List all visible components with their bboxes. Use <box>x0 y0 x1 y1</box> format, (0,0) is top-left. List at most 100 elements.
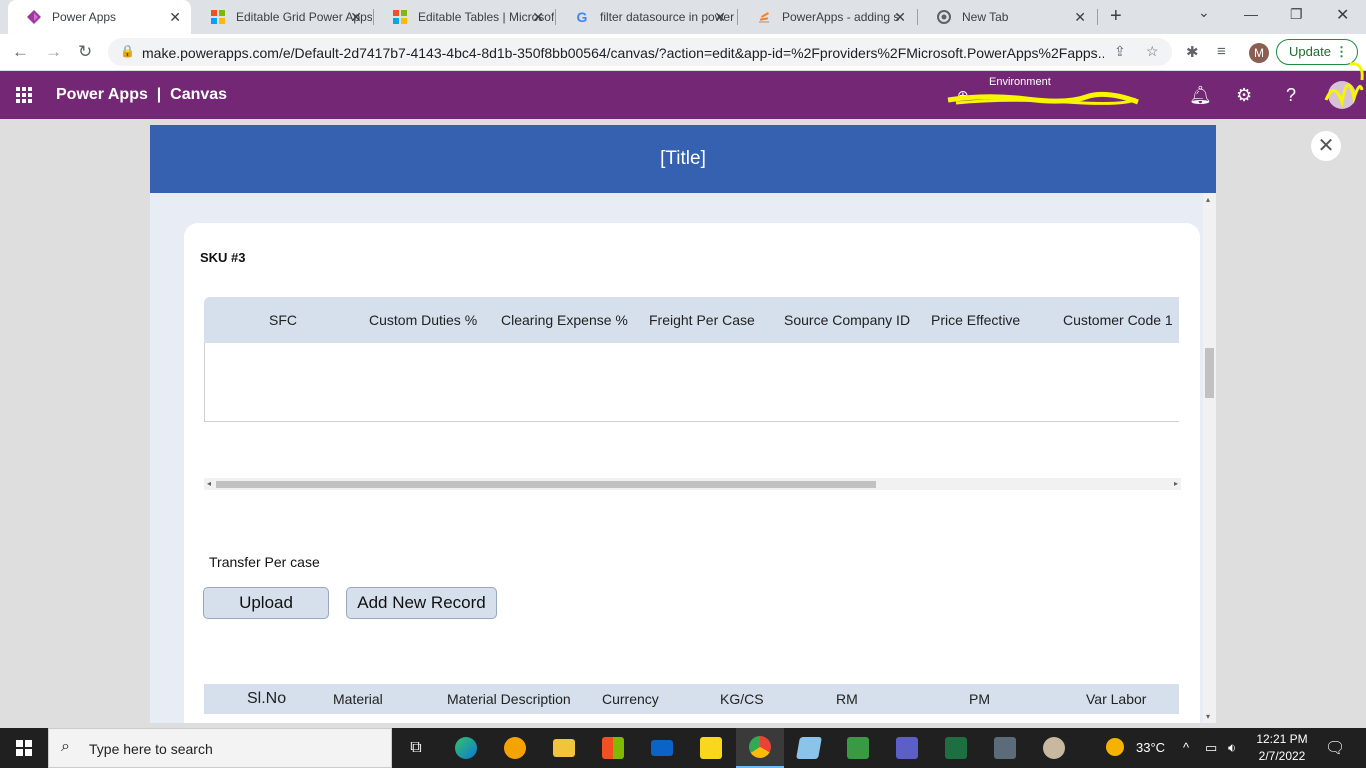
scrollbar-thumb[interactable] <box>216 481 876 488</box>
column-header[interactable]: KG/CS <box>720 684 764 714</box>
file-explorer-icon[interactable] <box>540 728 588 768</box>
bookmark-star-icon[interactable]: ☆ <box>1146 43 1159 60</box>
scroll-right-icon[interactable]: ▸ <box>1174 478 1178 490</box>
column-header[interactable]: Material Description <box>447 684 571 714</box>
volume-icon[interactable]: 🔉︎ <box>1228 740 1236 756</box>
battery-icon[interactable]: ▭ <box>1205 740 1217 756</box>
minimize-icon[interactable]: — <box>1244 6 1258 22</box>
chevron-down-icon[interactable]: ⌄ <box>1198 4 1210 21</box>
horizontal-scrollbar[interactable]: ◂ ▸ <box>204 478 1181 490</box>
media-control-icon[interactable]: ≡ <box>1217 43 1226 60</box>
lock-icon: 🔒 <box>120 44 135 58</box>
scrollbar-thumb[interactable] <box>1205 348 1214 398</box>
search-placeholder: Type here to search <box>89 741 213 757</box>
chrome-icon <box>936 9 952 25</box>
share-icon[interactable]: ⇪ <box>1114 43 1126 60</box>
store-icon[interactable] <box>589 728 637 768</box>
notifications-icon[interactable]: 🗨︎ <box>1325 738 1345 758</box>
column-header[interactable]: Material <box>333 684 383 714</box>
url-text: make.powerapps.com/e/Default-2d7417b7-41… <box>142 45 1104 61</box>
temperature[interactable]: 33°C <box>1136 740 1165 755</box>
scroll-up-icon[interactable]: ▴ <box>1206 195 1210 204</box>
edge-icon[interactable] <box>442 728 490 768</box>
close-icon[interactable]: ✕ <box>169 9 181 26</box>
chevron-up-icon[interactable]: ^ <box>1183 740 1189 755</box>
sku-label: SKU #3 <box>200 250 246 265</box>
account-avatar-icon[interactable] <box>1320 60 1366 118</box>
tab-new-tab[interactable]: New Tab ✕ <box>918 0 1096 34</box>
paint-icon[interactable] <box>1030 728 1078 768</box>
close-icon[interactable]: ✕ <box>532 9 544 26</box>
close-icon[interactable]: ✕ <box>1074 9 1086 26</box>
column-header[interactable]: Freight Per Case <box>649 297 755 343</box>
browser-toolbar: ← → ↻ 🔒 make.powerapps.com/e/Default-2d7… <box>0 34 1366 71</box>
extensions-icon[interactable]: ✱ <box>1186 43 1199 61</box>
scroll-left-icon[interactable]: ◂ <box>207 478 211 490</box>
column-header[interactable]: Price Effective <box>931 297 1020 343</box>
grid-body[interactable] <box>204 343 1179 422</box>
windows-start-icon[interactable] <box>16 740 32 756</box>
tab-powerapps-adding[interactable]: PowerApps - adding s ✕ <box>738 0 916 34</box>
stackoverflow-icon <box>756 9 772 25</box>
tab-filter-datasource[interactable]: G filter datasource in power ✕ <box>556 0 736 34</box>
column-header[interactable]: Source Company ID <box>784 297 910 343</box>
close-icon[interactable]: ✕ <box>1310 130 1342 162</box>
app-screen: [Title] SKU #3 SFC Custom Duties % Clear… <box>150 125 1216 723</box>
powerapps-header: Power Apps | Canvas ⊕ Environment <box>0 71 1366 119</box>
tab-divider <box>1097 9 1098 25</box>
grid-header: Sl.No Material Material Description Curr… <box>204 684 1179 714</box>
add-new-record-button[interactable]: Add New Record <box>346 587 497 619</box>
app-launcher-icon[interactable] <box>16 87 32 103</box>
column-header[interactable]: SFC <box>269 297 297 343</box>
help-icon[interactable]: ? <box>1286 85 1296 106</box>
forward-icon[interactable]: → <box>45 42 62 62</box>
taskbar-search-input[interactable]: ⌕ Type here to search <box>48 728 392 768</box>
column-header[interactable]: Var Labor <box>1086 684 1146 714</box>
notification-bell-icon[interactable]: 🔔︎ <box>1189 85 1212 106</box>
window-close-icon[interactable]: ✕ <box>1336 5 1349 25</box>
microsoft-icon <box>392 9 408 25</box>
vertical-scrollbar[interactable]: ▴ ▾ <box>1203 193 1216 723</box>
column-header[interactable]: PM <box>969 684 990 714</box>
page-title: [Title] <box>150 125 1216 193</box>
gear-icon[interactable]: ⚙ <box>1236 85 1252 106</box>
new-tab-icon[interactable]: + <box>1110 5 1122 28</box>
redaction-scribble <box>947 91 1139 105</box>
close-icon[interactable]: ✕ <box>894 9 906 26</box>
column-header[interactable]: Currency <box>602 684 659 714</box>
reload-icon[interactable]: ↻ <box>78 42 92 62</box>
avatar[interactable]: M <box>1249 43 1269 63</box>
excel-icon[interactable] <box>932 728 980 768</box>
brave-icon[interactable] <box>491 728 539 768</box>
column-header[interactable]: Sl.No <box>247 684 286 714</box>
product-title[interactable]: Power Apps | Canvas <box>56 86 227 104</box>
weather-sun-icon[interactable] <box>1106 738 1124 759</box>
system-clock[interactable]: 12:21 PM 2/7/2022 <box>1252 731 1312 765</box>
upload-button[interactable]: Upload <box>203 587 329 619</box>
column-header[interactable]: Customer Code 1 <box>1063 297 1173 343</box>
restore-icon[interactable]: ❐ <box>1290 6 1303 23</box>
column-header[interactable]: Custom Duties % <box>369 297 477 343</box>
google-icon: G <box>576 9 588 25</box>
scroll-down-icon[interactable]: ▾ <box>1206 712 1210 721</box>
tab-editable-grid[interactable]: Editable Grid Power Apps ✕ <box>192 0 372 34</box>
address-bar[interactable]: 🔒 make.powerapps.com/e/Default-2d7417b7-… <box>108 38 1172 66</box>
calculator-icon[interactable] <box>981 728 1029 768</box>
teams-icon[interactable] <box>883 728 931 768</box>
column-header[interactable]: RM <box>836 684 858 714</box>
back-icon[interactable]: ← <box>12 42 29 62</box>
column-header[interactable]: Clearing Expense % <box>501 297 628 343</box>
browser-tab-strip: Power Apps ✕ Editable Grid Power Apps ✕ … <box>0 0 1366 34</box>
excel-sheet-icon[interactable] <box>834 728 882 768</box>
mail-icon[interactable] <box>638 728 686 768</box>
sku-card: SKU #3 SFC Custom Duties % Clearing Expe… <box>184 223 1200 723</box>
tab-editable-tables[interactable]: Editable Tables | Microsoft ✕ <box>374 0 554 34</box>
chrome-taskbar-icon[interactable] <box>736 728 784 768</box>
close-icon[interactable]: ✕ <box>714 9 726 26</box>
sticky-notes-icon[interactable] <box>687 728 735 768</box>
grid-header: SFC Custom Duties % Clearing Expense % F… <box>204 297 1179 343</box>
task-view-icon[interactable]: ⧉ <box>392 728 440 768</box>
notes-app-icon[interactable] <box>785 728 833 768</box>
tab-power-apps[interactable]: Power Apps ✕ <box>8 0 191 34</box>
close-icon[interactable]: ✕ <box>350 9 362 26</box>
